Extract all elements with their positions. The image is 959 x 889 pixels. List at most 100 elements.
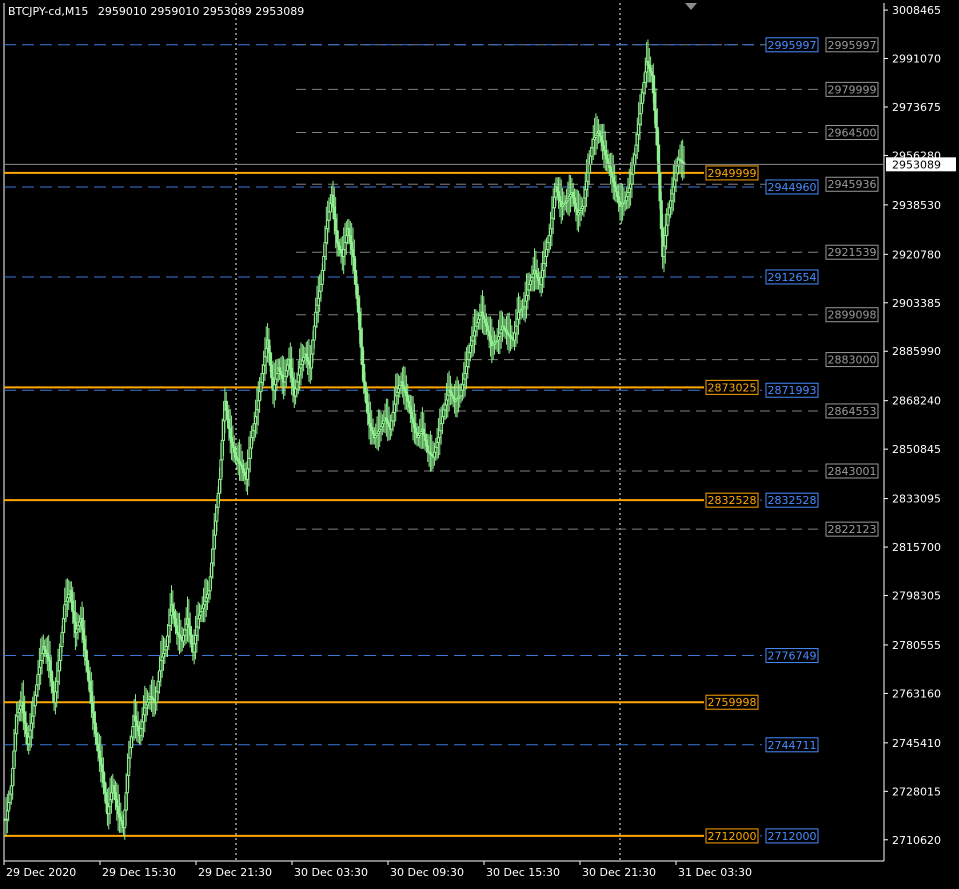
candle-body xyxy=(89,691,93,703)
candle-body xyxy=(423,434,427,441)
gray-level-label-text: 2883000 xyxy=(828,354,877,367)
candle-body xyxy=(16,712,20,717)
candle-body xyxy=(626,191,630,198)
candle-body xyxy=(315,304,319,313)
candle-body xyxy=(224,400,228,411)
candle-body xyxy=(44,649,48,654)
candle-body xyxy=(219,459,223,480)
candle-body xyxy=(107,806,111,815)
candle-body xyxy=(362,363,366,383)
candle-body xyxy=(487,330,491,337)
candle-body xyxy=(432,451,436,458)
candle-body xyxy=(659,200,663,230)
candle-body xyxy=(319,283,323,292)
candle-body xyxy=(527,283,531,291)
candle-body xyxy=(163,649,167,654)
candle-body xyxy=(537,276,541,282)
candle-body xyxy=(5,810,9,820)
candle-body xyxy=(120,820,124,825)
candle-body xyxy=(627,187,631,193)
candle-body xyxy=(611,176,615,183)
candle-body xyxy=(607,162,611,168)
candle-body xyxy=(140,721,144,730)
candle-body xyxy=(673,179,677,188)
candle-body xyxy=(190,634,194,645)
candle-body xyxy=(662,245,666,258)
candle-body xyxy=(543,256,547,264)
candle-body xyxy=(27,736,31,745)
candle-body xyxy=(342,249,346,258)
candle-body xyxy=(424,439,428,447)
candle-body xyxy=(8,793,12,804)
candle-body xyxy=(304,353,308,358)
chart-menu-arrow-icon[interactable] xyxy=(685,3,697,10)
blue-level-label-text: 2776749 xyxy=(768,650,817,663)
candle-body xyxy=(468,345,472,354)
candle-body xyxy=(139,728,143,737)
candle-body xyxy=(517,311,521,320)
candle-body xyxy=(657,144,661,174)
candle-body xyxy=(439,423,443,432)
candle-body xyxy=(475,322,479,327)
candle-body xyxy=(93,722,97,735)
gray-level-label-text: 2921539 xyxy=(828,246,877,259)
candle-body xyxy=(43,646,47,651)
candle-body xyxy=(255,409,259,418)
y-tick-label: 2728015 xyxy=(892,785,941,798)
candle-body xyxy=(354,269,358,285)
x-tick-label: 30 Dec 15:30 xyxy=(486,866,560,879)
candle-body xyxy=(352,256,356,271)
candle-body xyxy=(351,249,355,258)
candle-body xyxy=(404,391,408,397)
candle-body xyxy=(279,370,283,376)
candle-body xyxy=(406,395,410,402)
candle-body xyxy=(347,228,351,237)
candle-body xyxy=(666,214,670,226)
candle-body xyxy=(312,325,316,341)
candle-body xyxy=(459,389,463,397)
candle-body xyxy=(462,378,466,386)
blue-level-label-text: 2912654 xyxy=(768,271,817,284)
candle-body xyxy=(127,757,131,776)
candle-body xyxy=(61,618,65,634)
candle-body xyxy=(550,217,554,230)
candle-body xyxy=(515,318,519,327)
price-chart-svg[interactable]: 3008465299107029736752956280293853029207… xyxy=(0,0,959,889)
y-tick-label: 2991070 xyxy=(892,53,941,66)
chart-area[interactable]: 3008465 2991070 2973675 2956280 2938530 29207… xyxy=(0,0,959,889)
candle-body xyxy=(363,381,367,393)
candle-body xyxy=(638,113,642,125)
orange-level-label-text: 2712000 xyxy=(708,830,757,843)
candle-body xyxy=(486,325,490,332)
candle-body xyxy=(582,197,586,207)
y-tick-label: 2938530 xyxy=(892,199,941,212)
blue-level-label-text: 2744711 xyxy=(768,739,817,752)
candle-body xyxy=(29,722,33,731)
candle-body xyxy=(77,621,81,627)
candle-body xyxy=(288,359,292,370)
candle-body xyxy=(192,643,196,653)
candle-body xyxy=(435,441,439,448)
candle-body xyxy=(407,400,411,408)
candle-body xyxy=(75,628,79,634)
candle-body xyxy=(587,164,591,174)
candle-body xyxy=(440,416,444,425)
candle-body xyxy=(634,144,638,156)
chart-header: BTCJPY-cd,M15 2959010 2959010 2953089 29… xyxy=(8,5,304,18)
candle-body xyxy=(314,311,318,327)
candle-body xyxy=(210,562,214,578)
candle-body xyxy=(324,228,328,244)
candle-body xyxy=(143,707,147,716)
y-tick-label: 2920780 xyxy=(892,248,941,261)
candle-body xyxy=(258,391,262,402)
candle-body xyxy=(400,381,404,386)
candle-body xyxy=(262,364,266,374)
candle-body xyxy=(35,684,39,696)
candle-body xyxy=(598,130,602,137)
candle-body xyxy=(267,339,271,354)
candle-body xyxy=(605,154,609,160)
candle-body xyxy=(63,604,67,620)
candle-body xyxy=(101,771,105,783)
candle-body xyxy=(182,634,186,642)
candle-body xyxy=(586,172,590,182)
